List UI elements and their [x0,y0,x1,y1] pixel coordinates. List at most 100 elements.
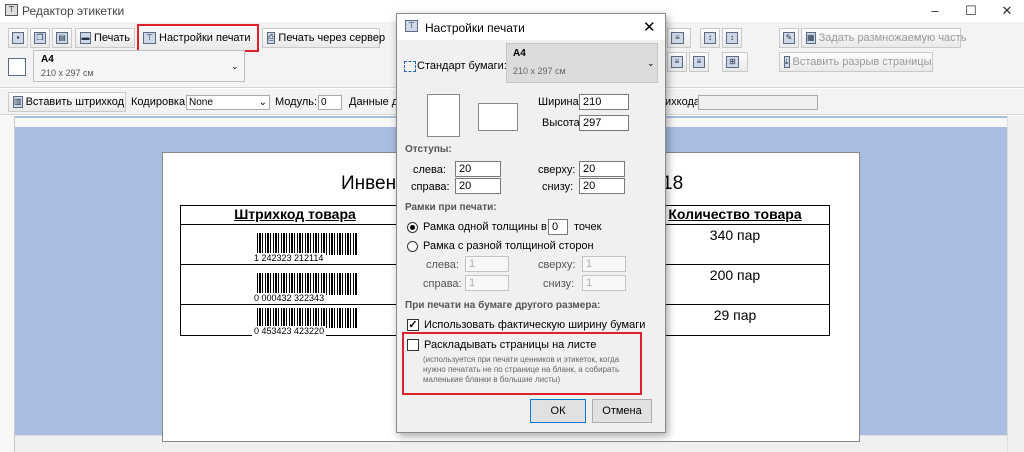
frame-top-label: сверху: [538,259,576,271]
paper-size-select[interactable]: A4 210 x 297 см ⌄ [33,50,245,82]
paper-standard-size: 210 x 297 см [513,66,566,76]
margins-section-label: Отступы: [405,144,452,155]
height-input[interactable]: 297 [579,115,629,131]
copy-icon-button[interactable]: ❐ [30,28,50,48]
frame-top-input[interactable]: 1 [582,256,626,272]
insert-barcode-label: Вставить штрихкод [25,96,125,108]
server-print-icon: ⎙ [267,32,276,44]
module-input[interactable]: 0 [318,95,342,110]
landscape-orientation-icon[interactable] [478,103,518,131]
barcode-data-input[interactable] [698,95,818,110]
other-paper-section-label: При печати на бумаге другого размера: [405,300,601,311]
align-left-button[interactable]: ≡ [667,52,687,72]
paper-name: A4 [41,54,54,65]
frame-bottom-input[interactable]: 1 [582,275,626,291]
insert-break-label: Вставить разрыв страницы [792,56,932,68]
margin-left-label: слева: [413,164,446,176]
list-format-button[interactable]: ≡ [667,28,691,48]
save-icon-button[interactable]: ▪ [8,28,28,48]
barcode-number: 0 000432 322343 [252,293,327,303]
margin-left-input[interactable]: 20 [455,161,501,177]
paste-icon-button[interactable]: ▤ [52,28,72,48]
barcode-number: 1 242323 212114 [252,253,326,263]
column-header-barcode: Штрихкод товара [180,205,410,225]
data-label: Данные д [349,96,399,108]
app-icon: ⊤ [5,4,18,16]
table-row: 0 000432 322343 [180,264,410,305]
portrait-orientation-icon[interactable] [427,94,460,137]
margin-top-input[interactable]: 20 [579,161,625,177]
column-header-quantity: Количество товара [640,205,830,225]
frame-single-label: Рамка одной толщины в [423,221,547,233]
chevron-down-icon: ⌄ [231,61,239,71]
paper-icon [404,61,416,72]
print-server-button[interactable]: ⎙ Печать через сервер [262,28,385,48]
width-label: Ширина: [538,96,582,108]
encoding-value: None [189,97,213,108]
justify-icon: ≡ [693,56,705,68]
frame-left-input[interactable]: 1 [465,256,509,272]
edit-icon: ✎ [783,32,795,44]
border-button[interactable]: ⊞ [722,52,748,72]
window-title: Редактор этикетки [22,4,125,18]
align-top-icon: ↕ [704,32,716,44]
set-repeat-button[interactable]: ▦ Задать размножаемую часть [801,28,966,48]
barcode-number: 0 453423 423220 [252,326,327,336]
set-repeat-label: Задать размножаемую часть [818,32,967,44]
close-window-button[interactable]: ✕ [990,0,1024,22]
insert-barcode-button[interactable]: ▥ Вставить штрихкод [8,92,126,112]
frame-right-input[interactable]: 1 [465,275,509,291]
print-button[interactable]: ▬ Печать [75,28,135,48]
edit-button[interactable]: ✎ [779,28,799,48]
align-vertical-button[interactable]: ↕ [700,28,720,48]
barcode-graphic [257,273,357,295]
close-icon[interactable]: ✕ [643,18,656,36]
width-input[interactable]: 210 [579,94,629,110]
table-row: 0 453423 423220 [180,304,410,336]
print-settings-button[interactable]: ⊤ Настройки печати [137,24,259,52]
save-icon: ▪ [12,32,24,44]
minimize-button[interactable]: – [918,0,952,22]
printer-icon: ▬ [80,32,91,44]
margin-bottom-input[interactable]: 20 [579,178,625,194]
chevron-down-icon: ⌄ [647,58,655,68]
insert-break-button[interactable]: ⤓ Вставить разрыв страницы [779,52,933,72]
page-size-icon [8,58,26,76]
margin-top-label: сверху: [538,164,576,176]
repeat-icon: ▦ [806,32,816,44]
paste-icon: ▤ [56,32,68,44]
frame-multi-radio[interactable] [407,241,418,252]
copy-icon: ❐ [34,32,46,44]
encoding-select[interactable]: None ⌄ [186,95,270,110]
margin-right-input[interactable]: 20 [455,178,501,194]
print-settings-dialog: ⊤ Настройки печати ✕ Стандарт бумаги: A4… [396,13,666,433]
paper-standard-label: Стандарт бумаги: [417,60,507,72]
maximize-button[interactable]: ☐ [954,0,988,22]
margin-right-label: справа: [411,181,450,193]
justify-button[interactable]: ≡ [689,52,709,72]
quantity-cell: 29 пар [640,304,830,336]
vertical-scrollbar[interactable] [1007,116,1024,452]
border-icon: ⊞ [726,56,739,68]
cancel-button[interactable]: Отмена [592,399,652,423]
paper-size: 210 x 297 см [41,68,94,78]
print-settings-icon: ⊤ [143,32,156,44]
margin-bottom-label: снизу: [542,181,574,193]
print-server-label: Печать через сервер [278,32,386,44]
layout-pages-checkbox[interactable] [407,339,419,351]
frame-single-input[interactable]: 0 [548,219,568,235]
quantity-cell: 340 пар [640,224,830,265]
align-middle-icon: ↕ [726,32,738,44]
paper-standard-name: A4 [513,48,526,59]
layout-pages-label: Раскладывать страницы на листе [424,339,597,351]
height-label: Высота: [542,117,583,129]
align-center-button[interactable]: ↕ [722,28,742,48]
frame-right-label: справа: [423,278,462,290]
frame-single-radio[interactable] [407,222,418,233]
ok-button[interactable]: ОК [530,399,586,423]
use-actual-width-checkbox[interactable]: ✓ [407,319,419,331]
layout-pages-note: (используется при печати ценников и этик… [423,355,620,384]
frame-multi-label: Рамка с разной толщиной сторон [423,240,594,252]
dialog-title-bar: ⊤ Настройки печати ✕ [397,14,665,40]
paper-standard-select[interactable]: A4 210 x 297 см ⌄ [506,43,658,83]
